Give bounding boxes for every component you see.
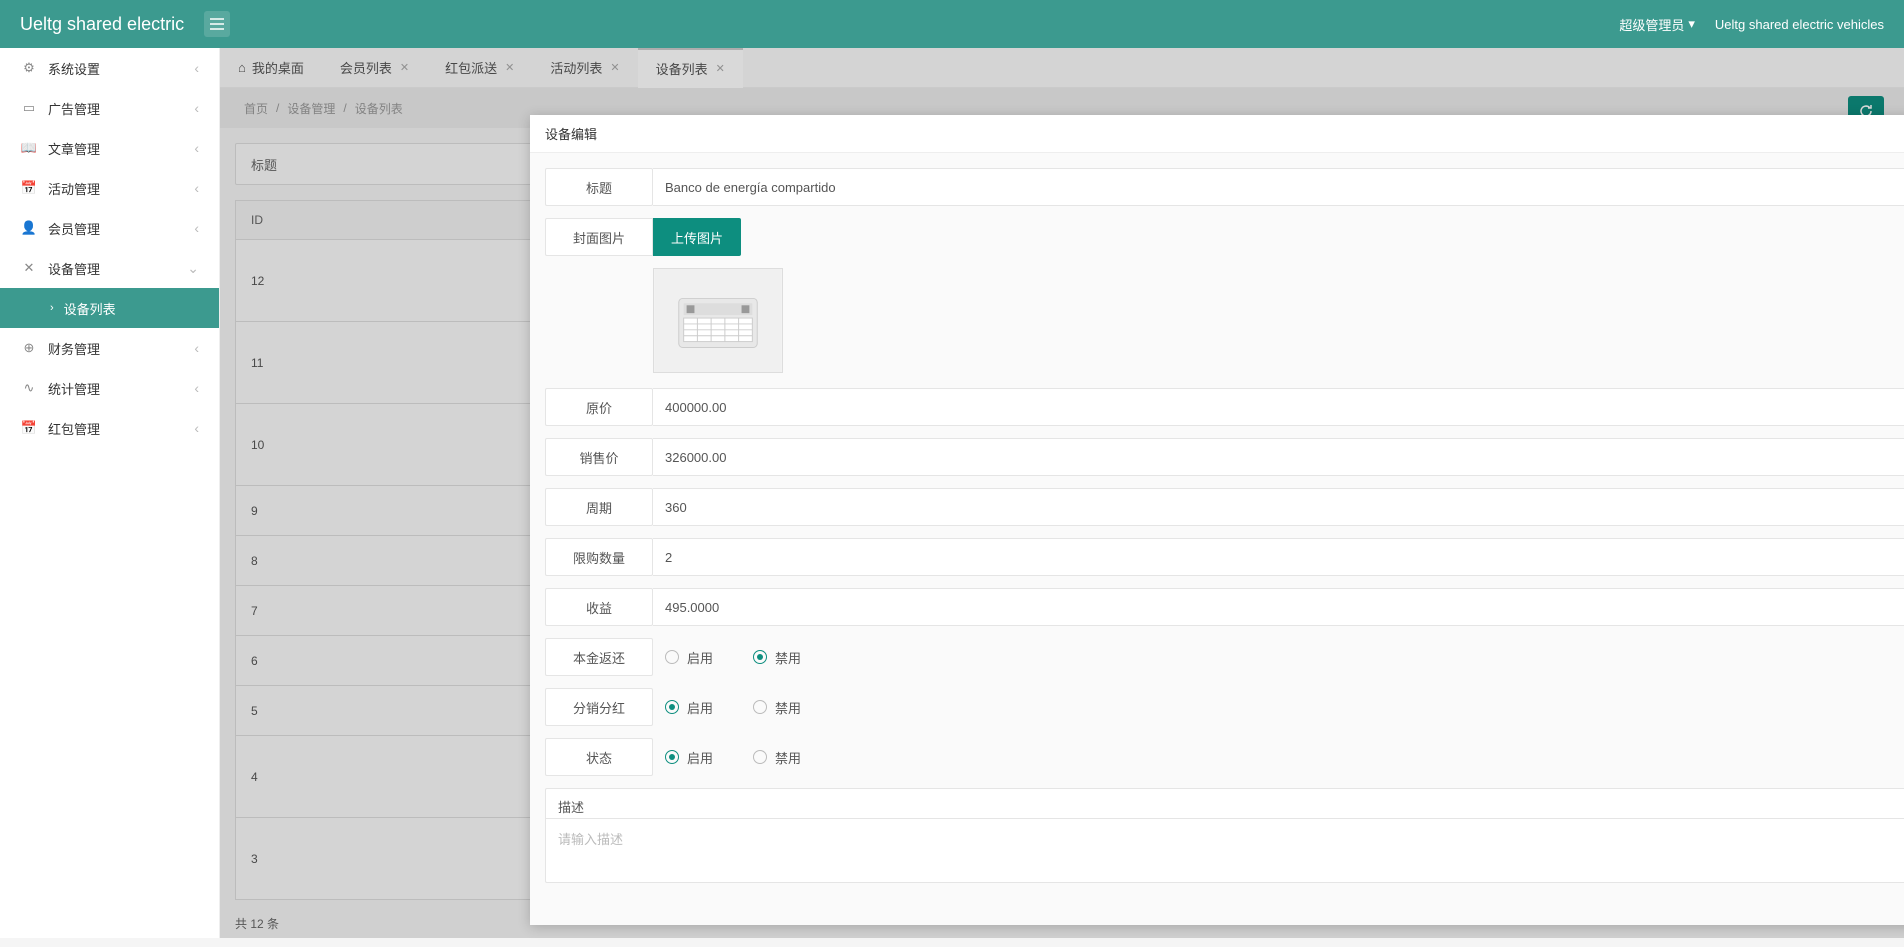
user-role-dropdown[interactable]: 超级管理员 ▾ [1619,15,1695,34]
original-price-input[interactable] [653,388,1904,426]
user-icon: 👤 [20,220,38,236]
chevron-left-icon: ‹ [194,100,199,116]
chevron-right-icon: › [50,302,54,314]
sidebar-subitem-device-list[interactable]: › 设备列表 [0,288,219,328]
modal-title: 设备编辑 [545,124,1904,143]
gift-icon: 📅 [20,420,38,436]
app-name-label: Ueltg shared electric vehicles [1715,17,1884,32]
distribution-enable-radio[interactable]: 启用 [665,698,713,717]
cover-label: 封面图片 [545,218,653,256]
modal-body: 标题 封面图片 上传图片 [530,153,1904,925]
calendar-icon: 📅 [20,180,38,196]
sidebar-item-stats[interactable]: ∿ 统计管理 ‹ [0,368,219,408]
image-preview[interactable] [653,268,783,373]
chevron-down-icon: ⌄ [187,260,199,277]
limit-input[interactable] [653,538,1904,576]
original-price-label: 原价 [545,388,653,426]
period-input[interactable] [653,488,1904,526]
device-thumbnail-icon [654,269,782,372]
hamburger-icon [210,18,224,30]
sidebar-item-system[interactable]: ⚙ 系统设置 ‹ [0,48,219,88]
chevron-left-icon: ‹ [194,220,199,236]
principal-return-label: 本金返还 [545,638,653,676]
chevron-left-icon: ‹ [194,420,199,436]
chevron-left-icon: ‹ [194,140,199,156]
upload-image-button[interactable]: 上传图片 [653,218,741,256]
app-header: Ueltg shared electric 超级管理员 ▾ Ueltg shar… [0,0,1904,48]
book-icon: 📖 [20,140,38,156]
caret-down-icon: ▾ [1688,16,1695,32]
status-enable-radio[interactable]: 启用 [665,748,713,767]
chevron-left-icon: ‹ [194,340,199,356]
status-label: 状态 [545,738,653,776]
sidebar-item-redpacket[interactable]: 📅 红包管理 ‹ [0,408,219,448]
image-icon: ▭ [20,100,38,116]
description-label: 描述 [546,789,1904,819]
gear-icon: ⚙ [20,60,38,76]
title-label: 标题 [545,168,653,206]
sale-price-label: 销售价 [545,438,653,476]
period-label: 周期 [545,488,653,526]
chevron-left-icon: ‹ [194,60,199,76]
wrench-icon: ✕ [20,260,38,276]
profit-input[interactable] [653,588,1904,626]
menu-toggle-button[interactable] [204,11,230,37]
title-input[interactable] [653,168,1904,206]
logo-text: Ueltg shared electric [20,14,184,35]
chevron-left-icon: ‹ [194,180,199,196]
sidebar: ⚙ 系统设置 ‹ ▭ 广告管理 ‹ 📖 文章管理 ‹ 📅 活动管理 ‹ 👤 会员… [0,48,220,938]
description-box: 描述 [545,788,1904,883]
description-textarea[interactable] [546,819,1904,879]
distribution-disable-radio[interactable]: 禁用 [753,698,801,717]
profit-label: 收益 [545,588,653,626]
modal-header: 设备编辑 [530,115,1904,153]
sidebar-item-devices[interactable]: ✕ 设备管理 ⌄ [0,248,219,288]
sidebar-item-articles[interactable]: 📖 文章管理 ‹ [0,128,219,168]
distribution-label: 分销分红 [545,688,653,726]
principal-enable-radio[interactable]: 启用 [665,648,713,667]
status-disable-radio[interactable]: 禁用 [753,748,801,767]
sale-price-input[interactable] [653,438,1904,476]
principal-disable-radio[interactable]: 禁用 [753,648,801,667]
sidebar-item-activities[interactable]: 📅 活动管理 ‹ [0,168,219,208]
sidebar-item-finance[interactable]: ⊕ 财务管理 ‹ [0,328,219,368]
chevron-left-icon: ‹ [194,380,199,396]
sidebar-item-ads[interactable]: ▭ 广告管理 ‹ [0,88,219,128]
device-edit-modal: 设备编辑 标题 封面图片 上传图片 [530,115,1904,925]
chart-icon: ∿ [20,380,38,396]
limit-label: 限购数量 [545,538,653,576]
sidebar-item-members[interactable]: 👤 会员管理 ‹ [0,208,219,248]
money-icon: ⊕ [20,340,38,356]
